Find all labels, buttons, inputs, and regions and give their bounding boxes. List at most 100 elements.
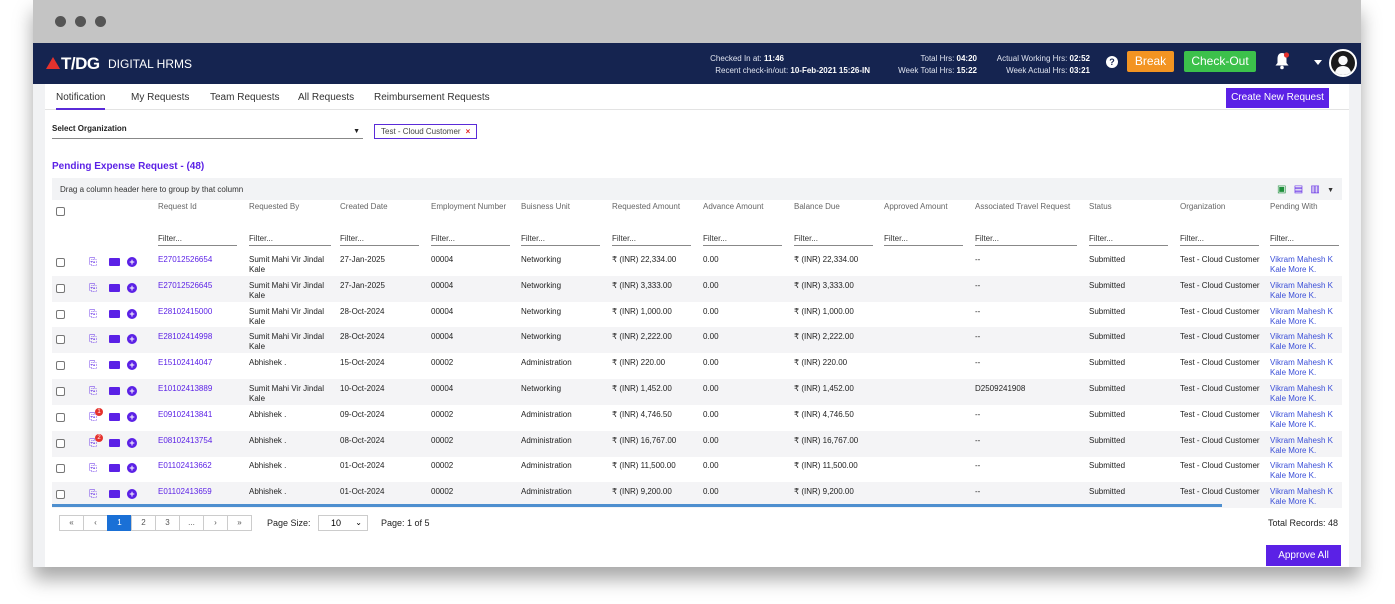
table-row[interactable]: ⎘ + E28102415000 Sumit Mahi Vir Jindal Kale… [52,302,1342,328]
cell-pending-with[interactable]: Vikram Mahesh K Kale More K. [1270,332,1342,352]
attachment-icon[interactable]: ⎘ [89,489,97,500]
row-checkbox[interactable] [56,490,65,500]
column-header-business-unit[interactable]: Buisness Unit [521,202,606,212]
filter-advance-amount[interactable]: Filter... [703,234,782,246]
column-header-request-id[interactable]: Request Id [158,202,243,212]
column-header-requested-amount[interactable]: Requested Amount [612,202,697,212]
attachment-icon[interactable]: ⎘ [89,309,97,320]
row-checkbox[interactable] [56,412,65,422]
add-icon[interactable]: + [127,360,137,371]
comment-icon[interactable] [109,412,120,421]
add-icon[interactable]: + [127,463,137,474]
page-size-select[interactable]: 10 ⌄ [318,515,368,531]
filter-employment-number[interactable]: Filter... [431,234,510,246]
add-icon[interactable]: + [127,334,137,345]
row-checkbox[interactable] [56,464,65,474]
cell-request-id[interactable]: E01102413662 [158,461,243,471]
add-icon[interactable]: + [127,257,137,267]
horizontal-scrollbar[interactable] [52,504,1222,507]
cell-request-id[interactable]: E10102413889 [158,384,243,394]
filter-requested-by[interactable]: Filter... [249,234,331,246]
pdf-export-icon[interactable]: ▤ [1294,184,1303,195]
page-button[interactable]: › [203,515,228,531]
cell-pending-with[interactable]: Vikram Mahesh K Kale More K. [1270,307,1342,327]
row-checkbox[interactable] [56,283,65,293]
cell-pending-with[interactable]: Vikram Mahesh K Kale More K. [1270,281,1342,301]
filter-approved-amount[interactable]: Filter... [884,234,963,246]
column-header-created-date[interactable]: Created Date [340,202,425,212]
attachment-icon[interactable]: ⎘ [89,283,97,294]
filter-business-unit[interactable]: Filter... [521,234,600,246]
column-header-travel-request[interactable]: Associated Travel Request [975,202,1083,212]
table-row[interactable]: ⎘ 1 + E09102413841 Abhishek . 09-Oct-2024 0000… [52,405,1342,431]
column-header-pending-with[interactable]: Pending With [1270,202,1342,212]
comment-icon[interactable] [109,283,120,292]
add-icon[interactable]: + [127,386,137,396]
page-button[interactable]: ... [179,515,204,531]
tab-team-requests[interactable]: Team Requests [210,92,279,103]
cell-request-id[interactable]: E27012526654 [158,255,243,265]
cell-pending-with[interactable]: Vikram Mahesh K Kale More K. [1270,436,1342,456]
comment-icon[interactable] [109,438,120,447]
cell-request-id[interactable]: E01102413659 [158,487,243,497]
tab-notification[interactable]: Notification [56,92,106,110]
cell-pending-with[interactable]: Vikram Mahesh K Kale More K. [1270,461,1342,481]
add-icon[interactable]: + [127,411,137,422]
comment-icon[interactable] [109,464,120,473]
attachment-icon[interactable]: ⎘ [89,386,97,397]
add-icon[interactable]: + [127,282,137,293]
row-checkbox[interactable] [56,387,65,396]
bell-icon[interactable] [1274,52,1290,70]
cell-request-id[interactable]: E09102413841 [158,410,243,420]
row-checkbox[interactable] [56,309,65,319]
cell-pending-with[interactable]: Vikram Mahesh K Kale More K. [1270,384,1342,404]
cell-request-id[interactable]: E27012526645 [158,281,243,291]
attachment-icon[interactable]: ⎘ [89,360,97,371]
page-button[interactable]: « [59,515,84,531]
row-checkbox[interactable] [56,258,65,267]
remove-chip-icon[interactable]: × [466,127,471,136]
filter-created-date[interactable]: Filter... [340,234,419,246]
filter-requested-amount[interactable]: Filter... [612,234,691,246]
column-header-approved-amount[interactable]: Approved Amount [884,202,969,212]
add-icon[interactable]: + [127,489,137,500]
comment-icon[interactable] [109,361,120,370]
add-icon[interactable]: + [127,308,137,319]
filter-status[interactable]: Filter... [1089,234,1168,246]
table-row[interactable]: ⎘ + E01102413662 Abhishek . 01-Oct-2024 00002… [52,456,1342,482]
excel-export-icon[interactable]: ▣ [1277,184,1286,195]
column-header-advance-amount[interactable]: Advance Amount [703,202,788,212]
comment-icon[interactable] [109,335,120,344]
cell-pending-with[interactable]: Vikram Mahesh K Kale More K. [1270,487,1342,507]
column-header-employment-number[interactable]: Employment Number [431,202,516,212]
filter-travel-request[interactable]: Filter... [975,234,1077,246]
cell-pending-with[interactable]: Vikram Mahesh K Kale More K. [1270,410,1342,430]
create-new-request-button[interactable]: Create New Request [1226,88,1329,108]
cell-request-id[interactable]: E28102415000 [158,307,243,317]
table-row[interactable]: ⎘ + E10102413889 Sumit Mahi Vir Jindal Kale… [52,379,1342,405]
tab-all-requests[interactable]: All Requests [298,92,354,103]
row-checkbox[interactable] [56,438,65,448]
window-dot-close[interactable] [55,16,66,27]
select-all-checkbox[interactable] [56,207,65,216]
break-button[interactable]: Break [1127,51,1174,72]
page-button[interactable]: 2 [131,515,156,531]
column-chooser-chevron-icon[interactable]: ▼ [1327,187,1334,194]
cell-request-id[interactable]: E08102413754 [158,436,243,446]
filter-pending-with[interactable]: Filter... [1270,234,1339,246]
page-button[interactable]: ‹ [83,515,108,531]
attachment-icon[interactable]: ⎘ [89,334,97,345]
cell-pending-with[interactable]: Vikram Mahesh K Kale More K. [1270,255,1342,275]
chevron-down-icon[interactable] [1314,60,1322,65]
filter-request-id[interactable]: Filter... [158,234,237,246]
comment-icon[interactable] [109,309,120,318]
column-chooser-icon[interactable]: ▥ [1310,184,1319,195]
approve-all-button[interactable]: Approve All [1266,545,1341,566]
comment-icon[interactable] [109,490,120,499]
window-dot-minimize[interactable] [75,16,86,27]
comment-icon[interactable] [109,258,120,266]
add-icon[interactable]: + [127,437,137,448]
cell-request-id[interactable]: E15102414047 [158,358,243,368]
avatar[interactable] [1329,49,1357,77]
column-header-organization[interactable]: Organization [1180,202,1265,212]
